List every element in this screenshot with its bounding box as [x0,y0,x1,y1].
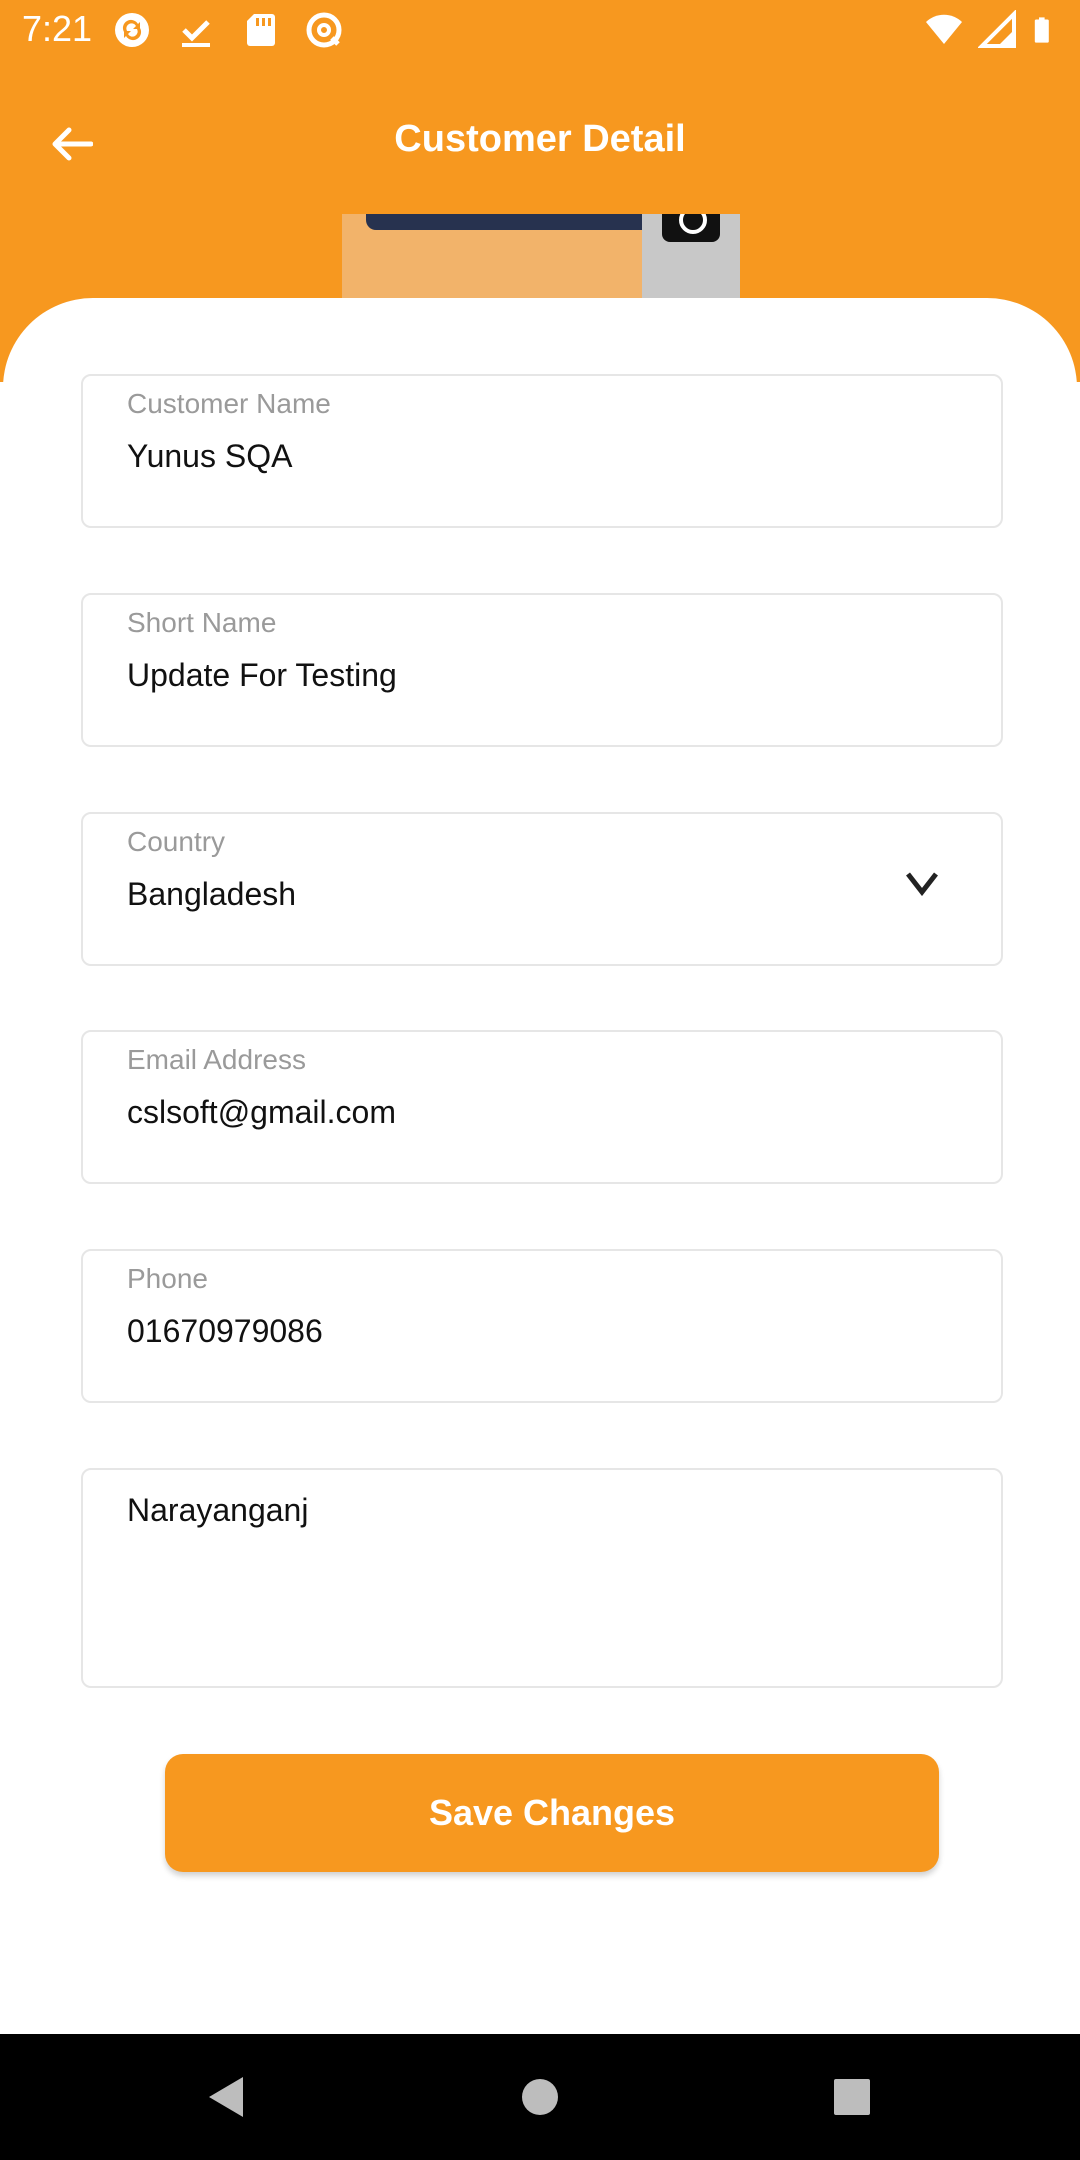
sync-icon [115,13,149,47]
country-label: Country [127,826,226,857]
customer-name-field[interactable]: Customer Name Yunus SQA [81,374,1003,528]
avatar-photo [366,214,682,230]
phone-label: Phone [127,1263,208,1294]
camera-icon [662,214,720,242]
cell-signal-icon [978,10,1016,48]
short-name-field[interactable]: Short Name Update For Testing [81,593,1003,747]
system-nav-bar [0,2034,1080,2160]
email-field[interactable]: Email Address cslsoft@gmail.com [81,1030,1003,1184]
home-circle-icon [522,2079,558,2115]
save-changes-button[interactable]: Save Changes [165,1754,939,1872]
country-value: Bangladesh [127,876,297,912]
nav-home-button[interactable] [505,2062,575,2132]
nav-recents-button[interactable] [817,2062,887,2132]
wifi-icon [926,14,962,45]
country-dropdown[interactable]: Country Bangladesh [81,812,1003,966]
status-bar: 7:21 [0,0,1080,62]
chevron-down-icon[interactable] [905,870,939,896]
sd-card-icon [247,14,275,46]
download-done-icon [182,20,210,47]
status-left-icons [112,10,344,50]
recents-square-icon [834,2079,870,2115]
page-title: Customer Detail [394,118,686,160]
short-name-label: Short Name [127,607,277,638]
phone-value[interactable]: 01670979086 [127,1313,323,1350]
battery-icon [1034,17,1049,43]
email-value[interactable]: cslsoft@gmail.com [127,1094,396,1131]
email-label: Email Address [127,1044,306,1075]
status-time: 7:21 [22,8,93,49]
customer-name-label: Customer Name [127,388,331,419]
phone-field[interactable]: Phone 01670979086 [81,1249,1003,1403]
address-textarea[interactable]: Narayanganj [81,1468,1003,1688]
customer-name-value[interactable]: Yunus SQA [127,438,292,475]
short-name-value[interactable]: Update For Testing [127,657,397,694]
back-triangle-icon [209,2077,243,2117]
nav-back-button[interactable] [190,2062,260,2132]
status-right-icons [924,10,1060,50]
at-sign-icon [306,12,342,48]
address-value[interactable]: Narayanganj [127,1492,308,1529]
